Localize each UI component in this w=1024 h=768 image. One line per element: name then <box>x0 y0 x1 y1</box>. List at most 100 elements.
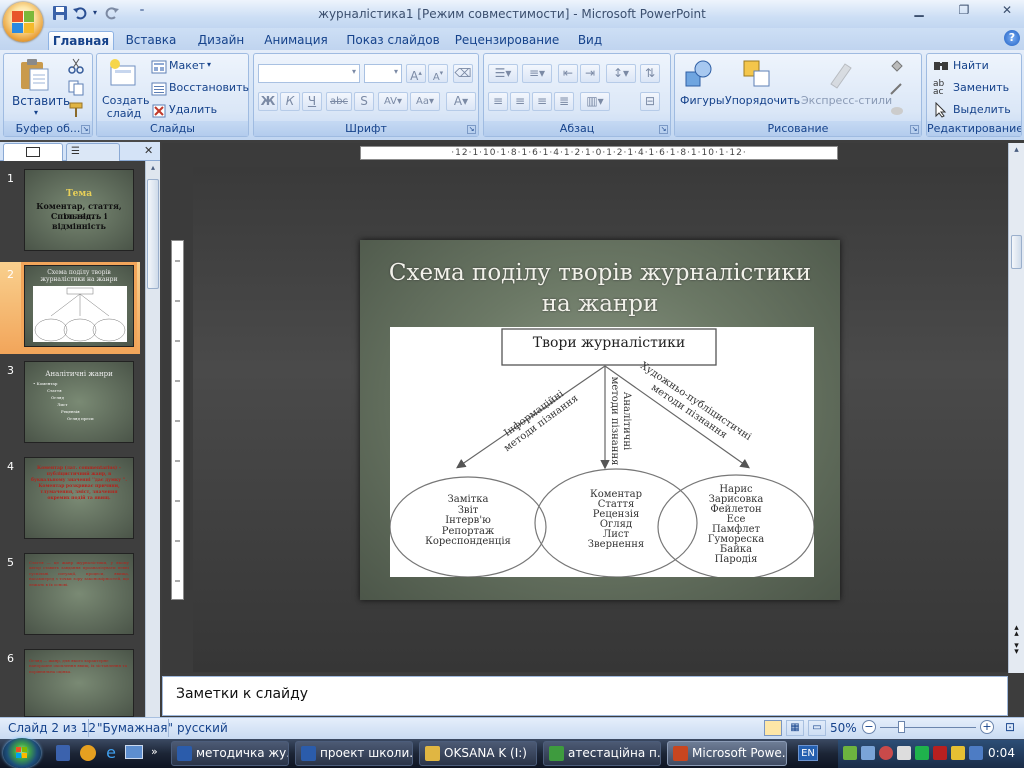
zoom-in-icon[interactable]: + <box>980 720 994 734</box>
decrease-indent-icon[interactable]: ⇤ <box>558 64 578 83</box>
thumbnail-scrollbar[interactable]: ▴ <box>145 161 160 717</box>
underline-icon[interactable]: Ч <box>302 92 322 111</box>
format-painter-icon[interactable] <box>68 102 84 118</box>
language-bar[interactable]: EN <box>798 745 818 761</box>
grow-font-icon[interactable]: A▴ <box>406 64 426 83</box>
undo-icon[interactable] <box>72 5 88 21</box>
redo-icon[interactable] <box>104 5 120 21</box>
layout-dropdown-icon[interactable]: ▾ <box>207 60 211 69</box>
restore-button[interactable]: ❐ <box>950 3 978 20</box>
character-spacing-icon[interactable]: AV▾ <box>378 92 408 111</box>
taskbar-item[interactable]: атестаційна п... <box>543 741 661 766</box>
select-button[interactable]: Выделить <box>953 103 1011 116</box>
notes-placeholder[interactable]: Заметки к слайду <box>176 686 308 702</box>
tab-slideshow[interactable]: Показ слайдов <box>344 31 442 50</box>
editor-scrollbar[interactable]: ▴ ▴ ▴ ▾ ▾ <box>1008 143 1024 673</box>
previous-slide-icon[interactable]: ▴ ▴ <box>1010 624 1023 639</box>
layout-button[interactable]: Макет <box>169 59 205 72</box>
select-icon[interactable] <box>933 101 949 118</box>
line-spacing-icon[interactable]: ↕▾ <box>606 64 636 83</box>
tray-icon[interactable] <box>843 746 857 760</box>
volume-icon[interactable] <box>897 746 911 760</box>
cut-icon[interactable] <box>68 58 84 74</box>
thumbnail-slide-1[interactable]: Тема Коментар, стаття, огляд. Спільність… <box>24 169 134 251</box>
zoom-level[interactable]: 50% <box>830 721 857 735</box>
tab-view[interactable]: Вид <box>570 31 610 50</box>
arrange-label[interactable]: Упорядочить <box>725 94 800 107</box>
minimize-button[interactable]: ▁ <box>905 3 933 20</box>
new-slide-icon[interactable] <box>107 58 139 90</box>
reset-icon[interactable] <box>151 81 167 97</box>
layout-icon[interactable] <box>151 59 167 75</box>
font-launcher-icon[interactable]: ↘ <box>467 125 476 134</box>
help-icon[interactable]: ? <box>1004 30 1020 46</box>
fit-to-window-icon[interactable]: ⊡ <box>1002 720 1018 736</box>
quicklaunch-icon[interactable] <box>80 745 96 761</box>
undo-dropdown-icon[interactable]: ▾ <box>90 5 100 21</box>
slide-title[interactable]: Схема поділу творів журналістики на жанр… <box>375 258 825 320</box>
tab-insert[interactable]: Вставка <box>120 31 182 50</box>
slideshow-view-icon[interactable]: ▭ <box>808 720 826 736</box>
paste-label[interactable]: Вставить <box>12 94 70 108</box>
tray-icon[interactable] <box>969 746 983 760</box>
network-icon[interactable] <box>861 746 875 760</box>
zoom-out-icon[interactable]: − <box>862 720 876 734</box>
delete-slide-button[interactable]: Удалить <box>169 103 217 116</box>
tab-design[interactable]: Дизайн <box>192 31 250 50</box>
office-button[interactable] <box>3 2 43 42</box>
next-slide-icon[interactable]: ▾ ▾ <box>1010 642 1023 657</box>
tray-icon[interactable] <box>915 746 929 760</box>
columns-icon[interactable]: ▥▾ <box>580 92 610 111</box>
clock[interactable]: 0:04 <box>988 746 1015 760</box>
shape-outline-icon[interactable] <box>889 80 905 96</box>
reset-button[interactable]: Восстановить <box>169 81 249 94</box>
drawing-launcher-icon[interactable]: ↘ <box>910 125 919 134</box>
clipboard-launcher-icon[interactable]: ↘ <box>81 125 90 134</box>
clear-formatting-icon[interactable]: ⌫ <box>453 64 473 83</box>
copy-icon[interactable] <box>68 80 84 96</box>
align-left-icon[interactable]: ≡ <box>488 92 508 111</box>
taskbar-item[interactable]: проект школи... <box>295 741 413 766</box>
tray-icon[interactable] <box>879 746 893 760</box>
taskbar-item[interactable]: OKSANA K (I:) <box>419 741 537 766</box>
tray-icon[interactable] <box>951 746 965 760</box>
bullets-icon[interactable]: ☰▾ <box>488 64 518 83</box>
find-icon[interactable] <box>933 58 949 74</box>
change-case-icon[interactable]: Aa▾ <box>410 92 440 111</box>
more-icon[interactable]: » <box>151 745 158 758</box>
show-desktop-icon[interactable] <box>125 745 143 759</box>
language-indicator[interactable]: русский <box>177 721 228 735</box>
increase-indent-icon[interactable]: ⇥ <box>580 64 600 83</box>
genre-diagram[interactable]: Твори журналістики Інформаційні методи п… <box>390 327 814 577</box>
start-button[interactable] <box>3 738 41 768</box>
tab-outline[interactable]: ☰ <box>66 143 120 161</box>
font-family-combo[interactable]: ▾ <box>258 64 360 83</box>
shrink-font-icon[interactable]: A▾ <box>428 64 448 83</box>
scroll-up-icon[interactable]: ▴ <box>1010 145 1023 159</box>
taskbar-item[interactable]: методичка жу... <box>171 741 289 766</box>
slide-sorter-icon[interactable]: ▦ <box>786 720 804 736</box>
thumbnail-slide-3[interactable]: Аналітичні жанри • Коментар Стаття Огляд… <box>24 361 134 443</box>
tab-slides[interactable] <box>3 143 63 161</box>
text-direction-icon[interactable]: ⇅ <box>640 64 660 83</box>
font-size-combo[interactable]: ▾ <box>364 64 402 83</box>
quicklaunch-icon[interactable] <box>56 745 70 761</box>
customize-qat-icon[interactable]: ⁼ <box>136 5 148 21</box>
replace-icon[interactable]: ab ac <box>933 80 949 97</box>
quick-styles-label[interactable]: Экспресс-стили <box>801 94 892 107</box>
font-color-icon[interactable]: A▾ <box>446 92 476 111</box>
new-slide-label[interactable]: Создать слайд <box>102 94 150 120</box>
arrange-icon[interactable] <box>741 58 773 90</box>
close-button[interactable]: ✕ <box>993 3 1021 20</box>
bold-icon[interactable]: Ж <box>258 92 278 111</box>
text-shadow-icon[interactable]: S <box>354 92 374 111</box>
align-text-icon[interactable]: ⊟ <box>640 92 660 111</box>
strikethrough-icon[interactable]: abc <box>326 92 352 111</box>
italic-icon[interactable]: К <box>280 92 300 111</box>
close-pane-icon[interactable]: ✕ <box>144 144 153 157</box>
justify-icon[interactable]: ≣ <box>554 92 574 111</box>
paste-dropdown-icon[interactable]: ▾ <box>34 108 38 117</box>
taskbar-item-active[interactable]: Microsoft Powe... <box>667 741 787 766</box>
normal-view-icon[interactable] <box>764 720 782 736</box>
internet-explorer-icon[interactable]: e <box>102 744 120 762</box>
